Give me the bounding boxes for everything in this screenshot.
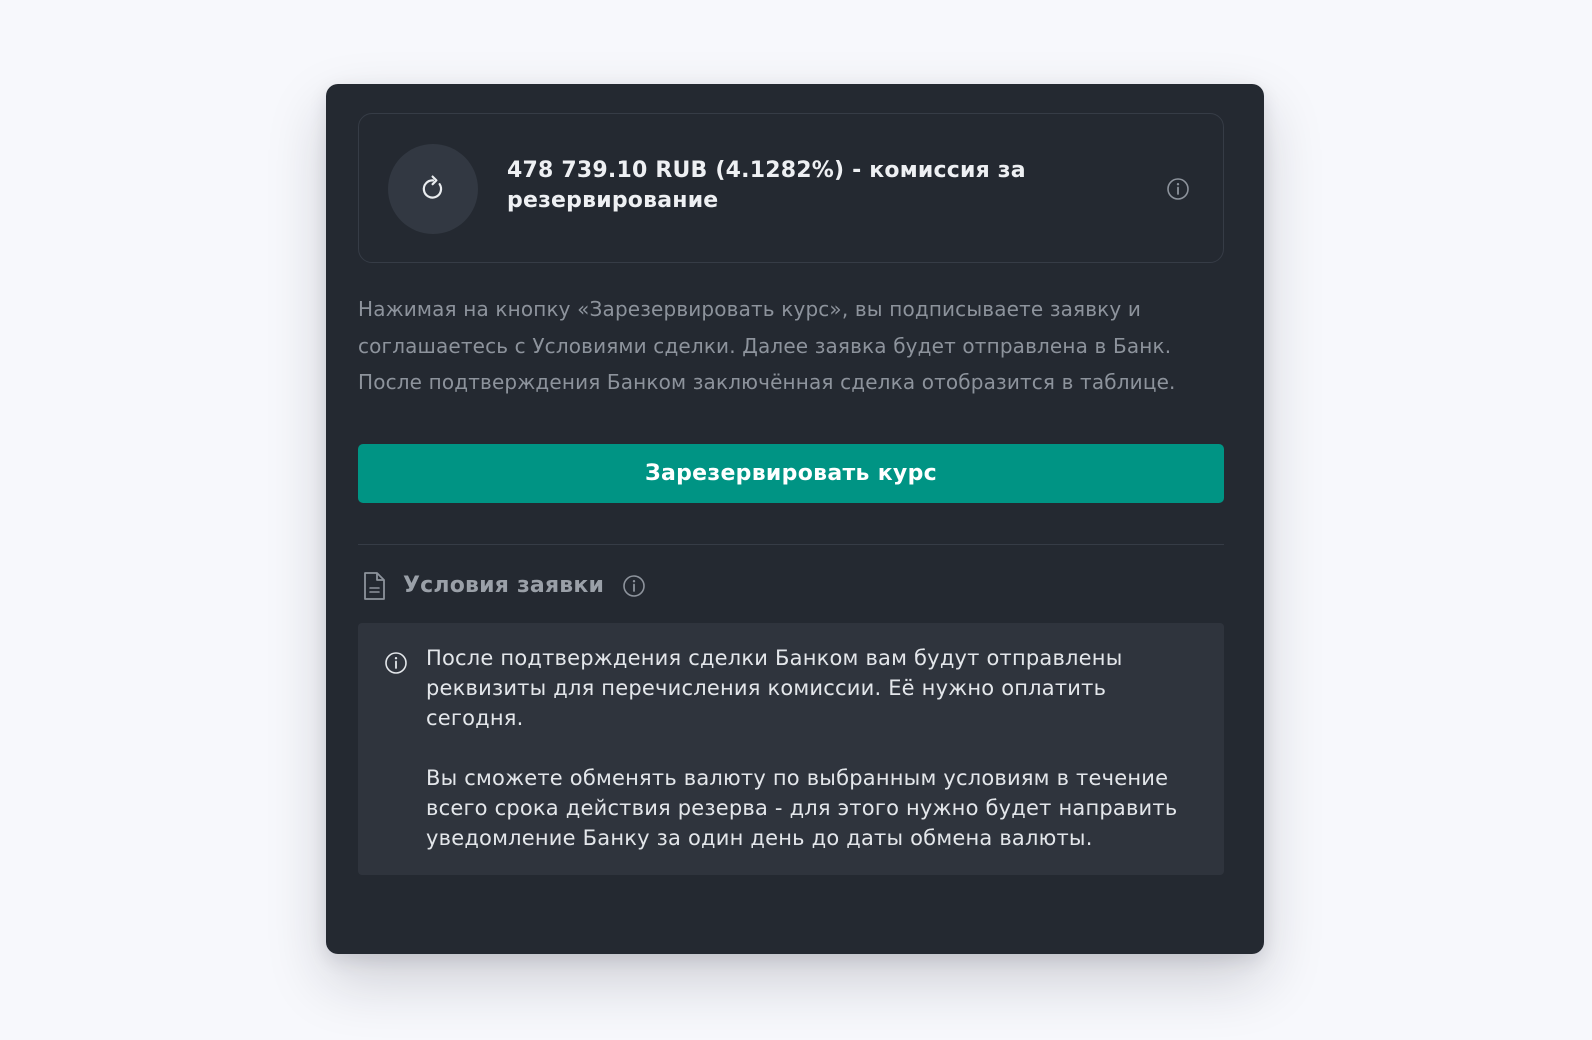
divider (358, 543, 1224, 545)
conditions-header: Условия заявки (358, 570, 1224, 602)
refresh-icon (422, 175, 443, 199)
notice-paragraph-exchange: Вы сможете обменять валюту по выбранным … (426, 765, 1178, 850)
conditions-title: Условия заявки (403, 573, 605, 598)
notice-paragraph-commission: После подтверждения сделки Банком вам бу… (426, 645, 1123, 730)
fee-text: 478 739.10 RUB (4.1282%) - комиссия за р… (507, 158, 1026, 213)
fee-icon-container (388, 144, 478, 234)
disclaimer-text: Нажимая на кнопку «Зарезервировать курс»… (358, 297, 1176, 394)
info-icon[interactable] (622, 574, 646, 598)
reserve-rate-button[interactable]: Зарезервировать курс (358, 443, 1224, 503)
conditions-notice: После подтверждения сделки Банком вам бу… (358, 622, 1224, 875)
info-icon (385, 651, 407, 674)
document-icon (364, 571, 385, 600)
info-icon[interactable] (1166, 177, 1190, 201)
reservation-card: 478 739.10 RUB (4.1282%) - комиссия за р… (326, 84, 1264, 954)
fee-summary-box: 478 739.10 RUB (4.1282%) - комиссия за р… (358, 113, 1224, 263)
